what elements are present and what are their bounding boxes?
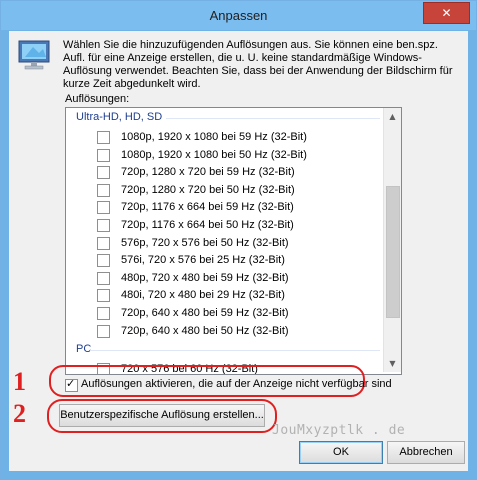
cancel-button[interactable]: Abbrechen (387, 441, 465, 464)
group-header: PC (76, 343, 92, 356)
resolution-checkbox[interactable] (97, 289, 110, 303)
title-bar[interactable]: Anpassen ✕ (1, 1, 476, 30)
resolution-item[interactable]: 480p, 720 x 480 bei 59 Hz (32-Bit) (97, 270, 357, 287)
scroll-down-icon[interactable]: ▼ (384, 355, 401, 372)
resolution-item[interactable]: 720p, 1280 x 720 bei 59 Hz (32-Bit) (97, 164, 357, 181)
resolution-label: 1080p, 1920 x 1080 bei 59 Hz (32-Bit) (121, 131, 307, 143)
resolution-item[interactable]: 576p, 720 x 576 bei 50 Hz (32-Bit) (97, 235, 357, 252)
resolution-checkbox[interactable] (97, 254, 110, 268)
resolution-label: 720p, 640 x 480 bei 59 Hz (32-Bit) (121, 307, 289, 319)
resolution-checkbox[interactable] (97, 271, 110, 285)
resolution-label: 720p, 1280 x 720 bei 50 Hz (32-Bit) (121, 183, 295, 196)
group-divider (90, 350, 380, 352)
resolution-item[interactable]: 1080p, 1920 x 1080 bei 59 Hz (32-Bit) (97, 129, 357, 146)
resolution-label: 480p, 720 x 480 bei 59 Hz (32-Bit) (121, 271, 289, 284)
listbox-scrollbar[interactable]: ▲ ▼ (383, 108, 401, 372)
show-unavailable-label[interactable]: Auflösungen aktivieren, die auf der Anze… (81, 378, 392, 390)
resolution-item[interactable]: 720p, 1176 x 664 bei 59 Hz (32-Bit) (97, 199, 357, 216)
resolution-item[interactable]: 720p, 640 x 480 bei 59 Hz (32-Bit) (97, 305, 357, 322)
resolution-label: 1080p, 1920 x 1080 bei 50 Hz (32-Bit) (121, 148, 307, 161)
resolution-checkbox[interactable] (97, 148, 110, 162)
resolution-checkbox[interactable] (97, 183, 110, 197)
resolution-item[interactable]: 480i, 720 x 480 bei 29 Hz (32-Bit) (97, 287, 357, 304)
group-header: Ultra-HD, HD, SD (76, 111, 163, 123)
resolution-item[interactable]: 1080p, 1920 x 1080 bei 50 Hz (32-Bit) (97, 147, 357, 164)
resolution-item[interactable]: 720p, 1280 x 720 bei 50 Hz (32-Bit) (97, 182, 357, 199)
resolution-checkbox[interactable] (97, 324, 110, 338)
resolution-checkbox[interactable] (97, 201, 110, 215)
monitor-icon (18, 40, 50, 70)
description-text: Wählen Sie die hinzuzufügenden Auflösung… (63, 39, 453, 90)
watermark-text: JouMxyzptlk . de (272, 423, 406, 438)
resolution-label: 576i, 720 x 576 bei 25 Hz (32-Bit) (121, 254, 285, 267)
close-button[interactable]: ✕ (423, 2, 470, 24)
scrollbar-thumb[interactable] (386, 186, 400, 318)
window-title: Anpassen (209, 8, 268, 23)
resolution-label: 720p, 1280 x 720 bei 59 Hz (32-Bit) (121, 166, 295, 179)
resolution-checkbox[interactable] (97, 219, 110, 232)
resolution-item[interactable]: 576i, 720 x 576 bei 25 Hz (32-Bit) (97, 252, 357, 269)
resolution-checkbox[interactable] (97, 307, 110, 320)
annotation-number-1: 1 (13, 367, 26, 396)
checkmark-icon: ✓ (66, 377, 76, 390)
resolution-label: 720p, 1176 x 664 bei 50 Hz (32-Bit) (121, 219, 294, 231)
create-custom-resolution-button[interactable]: Benutzerspezifische Auflösung erstellen.… (59, 404, 265, 427)
resolutions-listbox[interactable]: Ultra-HD, HD, SD 1080p, 1920 x 1080 bei 5… (65, 107, 402, 375)
resolution-checkbox[interactable] (97, 166, 110, 180)
customize-dialog: Anpassen ✕ Wählen Sie die hinzuzufügende… (0, 0, 477, 480)
resolution-checkbox[interactable] (97, 131, 110, 144)
resolution-label: 576p, 720 x 576 bei 50 Hz (32-Bit) (121, 236, 289, 249)
resolution-label: 480i, 720 x 480 bei 29 Hz (32-Bit) (121, 289, 285, 302)
ok-button[interactable]: OK (299, 441, 383, 464)
dialog-body: Wählen Sie die hinzuzufügenden Auflösung… (9, 31, 468, 471)
resolution-label: 720p, 1176 x 664 bei 59 Hz (32-Bit) (121, 201, 294, 214)
annotation-number-2: 2 (13, 399, 26, 428)
resolution-checkbox[interactable] (97, 236, 110, 250)
group-divider (166, 118, 380, 119)
resolution-label: 720p, 640 x 480 bei 50 Hz (32-Bit) (121, 324, 289, 337)
resolutions-label: Auflösungen: (65, 93, 130, 105)
show-unavailable-checkbox-row[interactable]: ✓ Auflösungen aktivieren, die auf der An… (65, 375, 392, 395)
resolution-item[interactable]: 720p, 1176 x 664 bei 50 Hz (32-Bit) (97, 217, 357, 234)
resolution-item[interactable]: 720p, 640 x 480 bei 50 Hz (32-Bit) (97, 323, 357, 340)
scroll-up-icon[interactable]: ▲ (384, 108, 401, 125)
